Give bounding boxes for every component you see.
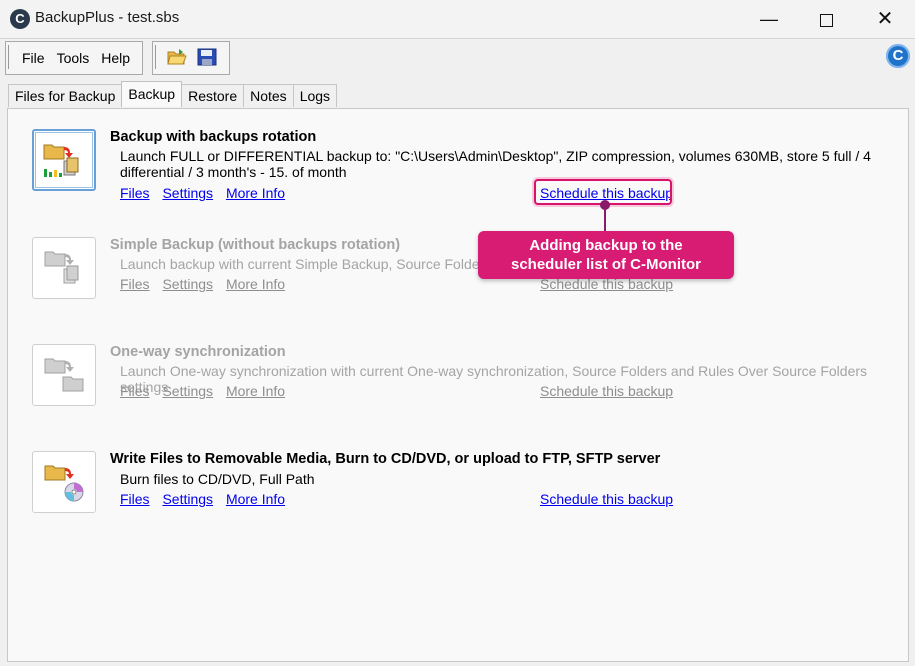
more-info-link[interactable]: More Info [226,276,285,292]
window-title: BackupPlus - test.sbs [35,9,180,26]
callout-connector-line [604,204,606,232]
callout-line-2: scheduler list of C-Monitor [510,256,701,273]
section-description: Burn files to CD/DVD, Full Path [120,471,315,487]
more-info-link[interactable]: More Info [226,383,285,399]
menu-file[interactable]: File [16,50,51,66]
tab-logs[interactable]: Logs [292,84,338,107]
section-title: Backup with backups rotation [110,129,317,145]
close-button[interactable]: ✕ [856,0,914,38]
floppy-save-icon[interactable] [197,48,217,66]
settings-link[interactable]: Settings [162,383,213,399]
toolbar-grip[interactable] [155,45,158,69]
rotation-backup-button[interactable] [32,129,96,191]
simple-backup-icon [44,251,79,284]
menu-bar: File Tools Help [5,41,144,75]
backup-panel: Backup with backups rotation Launch FULL… [7,108,909,662]
section-title: One-way synchronization [110,344,286,360]
schedule-backup-link[interactable]: Schedule this backup [540,383,673,399]
callout-line-1: Adding backup to the [529,237,683,254]
tab-restore[interactable]: Restore [181,84,245,107]
more-info-link[interactable]: More Info [226,185,285,201]
files-link[interactable]: Files [120,185,150,201]
toolbar: File Tools Help C [0,38,915,78]
maximize-icon [819,13,833,27]
tab-bar: Files for Backup Backup Restore Notes Lo… [8,81,338,108]
toolbar-grip[interactable] [8,45,11,69]
section-links: Files Settings More Info [120,383,294,399]
menu-tools[interactable]: Tools [51,50,96,66]
sync-folders-icon [44,358,84,392]
section-links: Files Settings More Info [120,185,294,201]
tab-files-for-backup[interactable]: Files for Backup [8,84,123,107]
files-link[interactable]: Files [120,276,150,292]
maximize-button[interactable] [797,0,855,38]
section-simple-backup: Simple Backup (without backups rotation)… [8,237,908,317]
section-links: Files Settings More Info [120,276,294,292]
section-description: Launch FULL or DIFFERENTIAL backup to: "… [120,148,871,180]
settings-link[interactable]: Settings [162,185,213,201]
settings-link[interactable]: Settings [162,276,213,292]
c-monitor-logo-icon[interactable]: C [886,44,910,68]
burn-cd-icon [44,465,84,502]
annotation-callout: Adding backup to the scheduler list of C… [478,231,734,279]
app-logo-icon: C [10,9,30,29]
section-links: Files Settings More Info [120,491,294,507]
one-way-sync-button[interactable] [32,344,96,406]
backup-rotation-icon [43,144,79,177]
section-title: Simple Backup (without backups rotation) [110,237,401,253]
title-bar: C BackupPlus - test.sbs — ✕ [0,0,915,38]
files-link[interactable]: Files [120,383,150,399]
more-info-link[interactable]: More Info [226,491,285,507]
tab-notes[interactable]: Notes [243,84,294,107]
tab-backup[interactable]: Backup [121,81,183,107]
folder-open-icon[interactable] [167,48,187,66]
minimize-button[interactable]: — [740,0,798,38]
section-title: Write Files to Removable Media, Burn to … [110,451,661,467]
section-rotation-backup: Backup with backups rotation Launch FULL… [8,129,908,209]
menu-help[interactable]: Help [95,50,136,66]
files-link[interactable]: Files [120,491,150,507]
section-removable-media: Write Files to Removable Media, Burn to … [8,451,908,531]
schedule-backup-link[interactable]: Schedule this backup [540,491,673,507]
settings-link[interactable]: Settings [162,491,213,507]
section-one-way-sync: One-way synchronization Launch One-way s… [8,344,908,424]
tool-buttons [152,41,230,75]
removable-media-button[interactable] [32,451,96,513]
simple-backup-button[interactable] [32,237,96,299]
